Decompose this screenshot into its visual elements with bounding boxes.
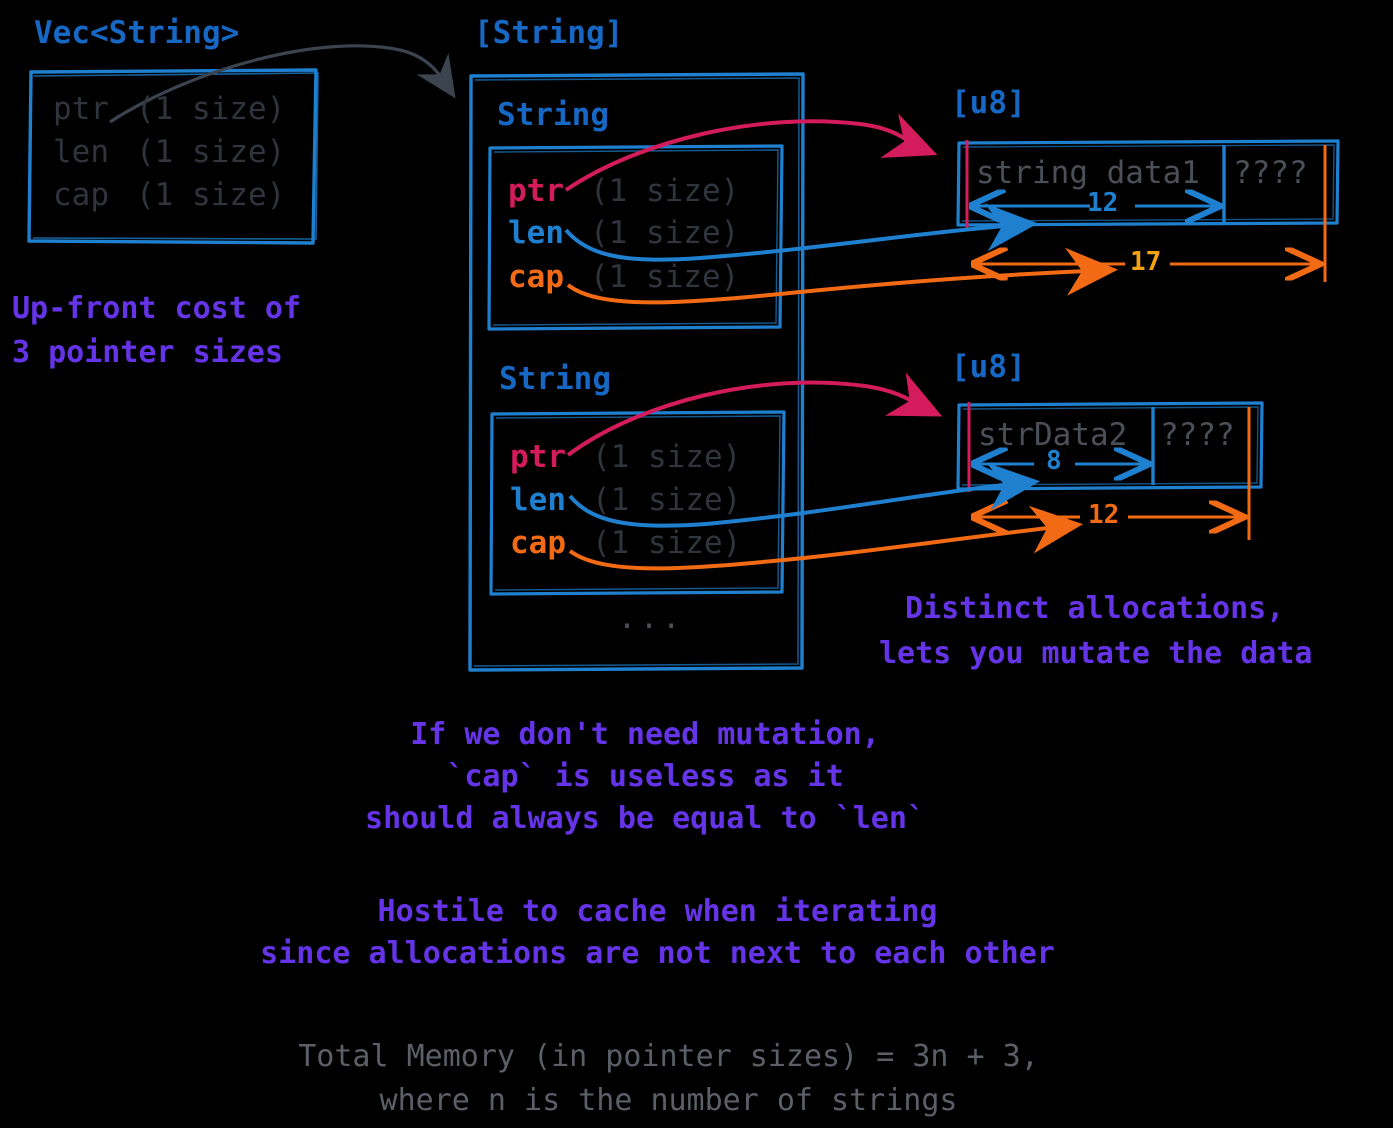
buffer-1-data-text: string data1 bbox=[976, 155, 1200, 191]
diagram-canvas: Vec<String> ptr (1 size) len (1 size) ca… bbox=[0, 0, 1393, 1128]
buffer-1-cap-label: 17 bbox=[1130, 247, 1162, 277]
vec-field-ptr-size: (1 size) bbox=[136, 91, 286, 127]
string-2-field-len-size: (1 size) bbox=[592, 482, 742, 518]
string-2-title: String bbox=[499, 361, 611, 397]
string-1-field-ptr-name: ptr bbox=[508, 173, 564, 209]
string-1-field-len-size: (1 size) bbox=[590, 215, 740, 251]
string-2-field-cap-size: (1 size) bbox=[592, 525, 742, 561]
buffer-2-cap-label: 12 bbox=[1088, 500, 1120, 530]
string-slice-title: [String] bbox=[474, 15, 624, 51]
vec-field-len-name: len bbox=[53, 134, 109, 170]
annotation-no-mutation-line3: should always be equal to `len` bbox=[365, 801, 925, 836]
buffer-2-title: [u8] bbox=[951, 349, 1026, 385]
buffer-1-len-label: 12 bbox=[1087, 188, 1119, 218]
annotation-no-mutation-line2: `cap` is useless as it bbox=[446, 759, 844, 794]
buffer-1-slack-text: ???? bbox=[1233, 155, 1308, 191]
string-2-field-ptr-name: ptr bbox=[510, 439, 566, 475]
annotation-total-memory-line1: Total Memory (in pointer sizes) = 3n + 3… bbox=[298, 1039, 1039, 1074]
vec-field-cap-size: (1 size) bbox=[136, 177, 286, 213]
string-2-field-ptr-size: (1 size) bbox=[592, 439, 742, 475]
annotation-upfront-cost-line2: 3 pointer sizes bbox=[12, 335, 283, 370]
buffer-2-len-label: 8 bbox=[1046, 446, 1062, 476]
string-1-field-cap-size: (1 size) bbox=[590, 259, 740, 295]
annotation-distinct-allocations-line1: Distinct allocations, bbox=[905, 591, 1285, 626]
string-1-field-cap-name: cap bbox=[508, 259, 564, 295]
string-2-field-cap-name: cap bbox=[510, 525, 566, 561]
annotation-total-memory-line2: where n is the number of strings bbox=[379, 1083, 958, 1118]
vec-field-cap-name: cap bbox=[53, 177, 109, 213]
string-1-field-len-name: len bbox=[508, 215, 564, 251]
annotation-upfront-cost-line1: Up-front cost of bbox=[12, 291, 301, 326]
vec-field-len-size: (1 size) bbox=[136, 134, 286, 170]
buffer-2-slack-text: ???? bbox=[1160, 417, 1235, 453]
string-1-field-ptr-size: (1 size) bbox=[590, 173, 740, 209]
buffer-1-title: [u8] bbox=[951, 85, 1026, 121]
annotation-no-mutation-line1: If we don't need mutation, bbox=[410, 717, 880, 752]
string-1-title: String bbox=[497, 97, 609, 133]
string-2-field-len-name: len bbox=[510, 482, 566, 518]
vec-title: Vec<String> bbox=[34, 15, 240, 51]
vec-field-ptr-name: ptr bbox=[53, 91, 109, 127]
annotation-cache-hostile-line2: since allocations are not next to each o… bbox=[260, 936, 1055, 971]
annotation-distinct-allocations-line2: lets you mutate the data bbox=[879, 636, 1313, 671]
annotation-cache-hostile-line1: Hostile to cache when iterating bbox=[377, 894, 938, 929]
string-slice-ellipsis: ... bbox=[618, 601, 685, 636]
